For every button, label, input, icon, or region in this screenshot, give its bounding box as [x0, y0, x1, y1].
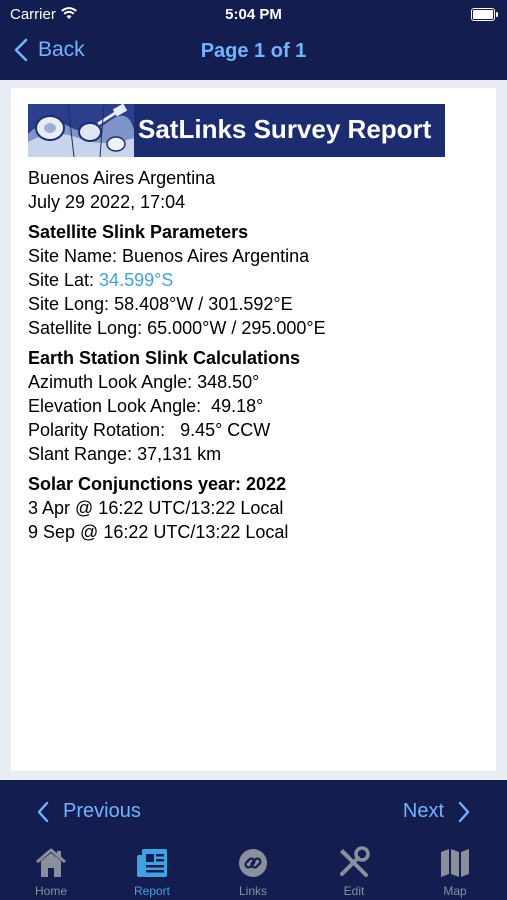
- tab-report[interactable]: Report: [112, 846, 192, 898]
- site-long: Site Long: 58.408°W / 301.592°E: [28, 294, 293, 314]
- elevation-angle: Elevation Look Angle: 49.18°: [28, 396, 264, 416]
- report-datetime: July 29 2022, 17:04: [28, 192, 186, 212]
- report-location: Buenos Aires Argentina: [28, 168, 216, 188]
- page-title: Page 1 of 1: [200, 40, 307, 62]
- calculations-heading: Earth Station Slink Calculations: [28, 348, 301, 368]
- satellite-long: Satellite Long: 65.000°W / 295.000°E: [28, 318, 326, 338]
- solar-conjunction-2: 9 Sep @ 16:22 UTC/13:22 Local: [28, 522, 289, 542]
- tab-edit-label: Edit: [343, 884, 365, 898]
- site-lat-link[interactable]: 34.599°S: [99, 270, 173, 290]
- tab-bar: Home Report Links Edit Map: [0, 840, 507, 900]
- tab-links[interactable]: Links: [213, 846, 293, 898]
- previous-button[interactable]: Previous: [37, 800, 141, 823]
- status-bar: Carrier 5:04 PM: [0, 0, 507, 30]
- next-button[interactable]: Next: [403, 800, 470, 823]
- next-label: Next: [402, 800, 444, 822]
- tab-home-label: Home: [34, 884, 67, 898]
- report-page: SatLinks Survey Report Buenos Aires Arge…: [11, 88, 496, 771]
- navigation-bar: Back Page 1 of 1: [0, 30, 507, 78]
- site-lat-row: Site Lat: 34.599°S: [28, 268, 488, 292]
- satellite-params-heading: Satellite Slink Parameters: [28, 222, 249, 242]
- slant-range: Slant Range: 37,131 km: [28, 444, 222, 464]
- clock: 5:04 PM: [225, 6, 282, 23]
- solar-conjunction-1: 3 Apr @ 16:22 UTC/13:22 Local: [28, 498, 284, 518]
- map-icon: [441, 849, 469, 877]
- banner-title: SatLinks Survey Report: [138, 114, 432, 144]
- battery-icon: [471, 8, 498, 21]
- chevron-left-icon: [37, 801, 49, 822]
- tab-report-label: Report: [133, 884, 171, 898]
- tab-home[interactable]: Home: [11, 846, 91, 898]
- site-lat-label: Site Lat:: [28, 270, 100, 290]
- polarity-rotation: Polarity Rotation: 9.45° CCW: [28, 420, 271, 440]
- previous-label: Previous: [63, 800, 141, 822]
- satellite-dish-logo-icon: [28, 104, 134, 157]
- tab-links-label: Links: [238, 884, 267, 898]
- tab-map-label: Map: [443, 884, 467, 898]
- azimuth-angle: Azimuth Look Angle: 348.50°: [28, 372, 260, 392]
- tools-icon: [340, 846, 370, 877]
- report-banner: SatLinks Survey Report: [28, 104, 445, 157]
- tab-edit[interactable]: Edit: [314, 846, 394, 898]
- solar-conjunctions-heading: Solar Conjunctions year: 2022: [28, 474, 287, 494]
- report-viewer: SatLinks Survey Report Buenos Aires Arge…: [0, 80, 507, 780]
- chevron-right-icon: [458, 801, 470, 822]
- site-name: Site Name: Buenos Aires Argentina: [28, 246, 310, 266]
- tab-map[interactable]: Map: [415, 846, 495, 898]
- pager-bar: Previous Next: [0, 780, 507, 840]
- report-icon: [137, 849, 167, 877]
- report-body: Buenos Aires Argentina July 29 2022, 17:…: [28, 166, 488, 544]
- links-icon: [239, 849, 267, 877]
- home-icon: [36, 848, 66, 877]
